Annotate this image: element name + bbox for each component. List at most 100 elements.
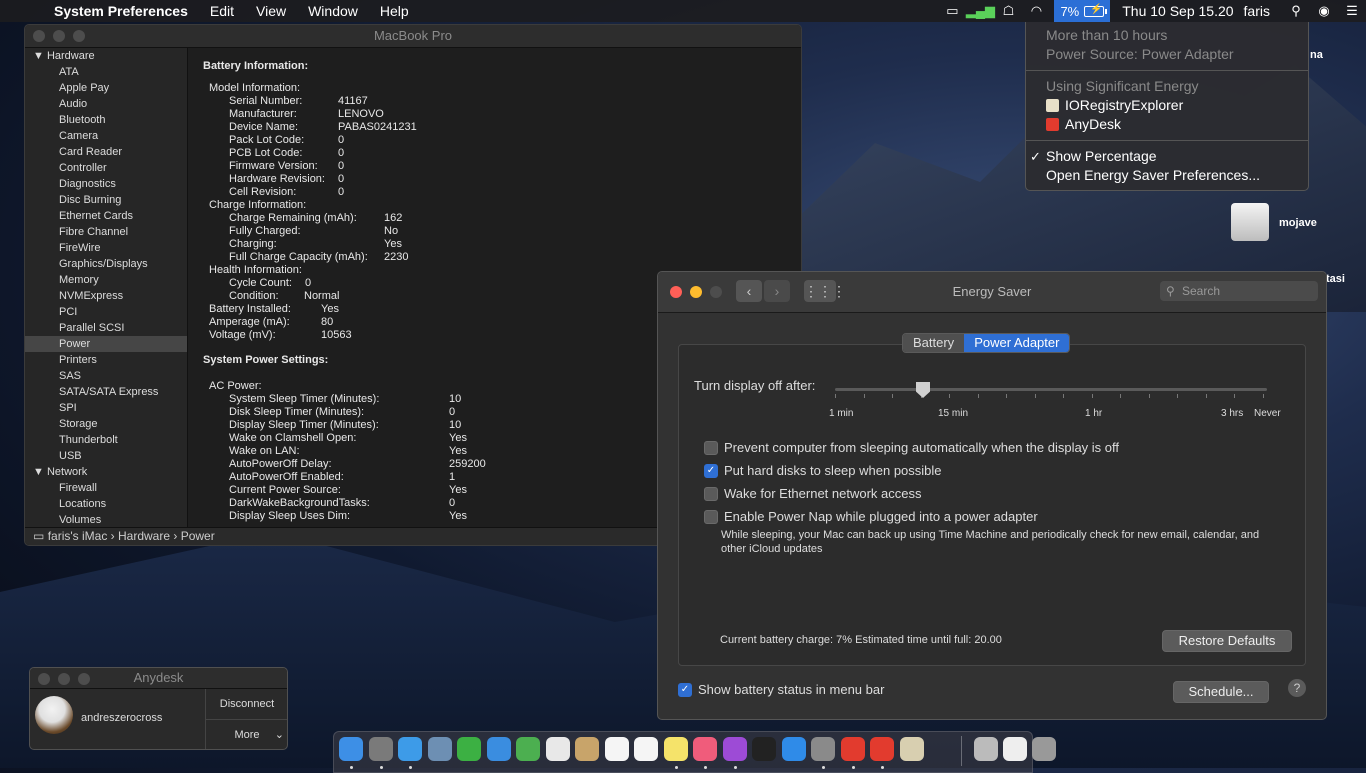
window-titlebar[interactable]: Anydesk bbox=[30, 668, 287, 689]
wifi-icon[interactable]: ◠ bbox=[1025, 0, 1047, 22]
sidebar-item-fibre-channel[interactable]: Fibre Channel bbox=[25, 224, 187, 240]
zoom-button[interactable] bbox=[73, 30, 85, 42]
sidebar-item-sas[interactable]: SAS bbox=[25, 368, 187, 384]
display-icon[interactable]: ▭ bbox=[941, 0, 963, 22]
app-store-icon[interactable] bbox=[781, 737, 806, 761]
sidebar-item-printers[interactable]: Printers bbox=[25, 352, 187, 368]
menu-view[interactable]: View bbox=[256, 3, 286, 19]
show-battery-status-checkbox[interactable]: ✓ bbox=[678, 682, 692, 697]
sidebar-item-sata-sata-express[interactable]: SATA/SATA Express bbox=[25, 384, 187, 400]
activity-monitor-icon[interactable]: ☖ bbox=[997, 0, 1019, 22]
show-battery-status-option[interactable]: ✓ Show battery status in menu bar bbox=[678, 682, 884, 697]
wake-ethernet-option[interactable]: Wake for Ethernet network access bbox=[704, 486, 922, 501]
disconnect-button[interactable]: Disconnect bbox=[206, 689, 287, 720]
prevent-sleep-option[interactable]: Prevent computer from sleeping automatic… bbox=[704, 440, 1119, 455]
prevent-sleep-checkbox[interactable] bbox=[704, 440, 718, 455]
sidebar-item-graphics-displays[interactable]: Graphics/Displays bbox=[25, 256, 187, 272]
wake-ethernet-checkbox[interactable] bbox=[704, 486, 718, 501]
path-item[interactable]: faris's iMac bbox=[48, 529, 108, 543]
app-menu[interactable]: System Preferences bbox=[54, 3, 188, 19]
sidebar-item-thunderbolt[interactable]: Thunderbolt bbox=[25, 432, 187, 448]
photos-icon[interactable] bbox=[545, 737, 570, 761]
sidebar-item-storage[interactable]: Storage bbox=[25, 416, 187, 432]
reminders-icon[interactable] bbox=[634, 737, 658, 761]
contacts-icon[interactable] bbox=[575, 737, 599, 761]
minimize-button[interactable] bbox=[53, 30, 65, 42]
sidebar-item-volumes[interactable]: Volumes bbox=[25, 512, 187, 528]
sidebar-item-locations[interactable]: Locations bbox=[25, 496, 187, 512]
document-icon[interactable] bbox=[1003, 737, 1027, 761]
notification-center-icon[interactable]: ☰ bbox=[1341, 0, 1363, 22]
schedule-button[interactable]: Schedule... bbox=[1173, 681, 1269, 703]
path-item[interactable]: Power bbox=[181, 529, 215, 543]
help-button[interactable]: ? bbox=[1288, 679, 1306, 697]
sidebar-item-memory[interactable]: Memory bbox=[25, 272, 187, 288]
sidebar-item-card-reader[interactable]: Card Reader bbox=[25, 144, 187, 160]
window-toolbar[interactable]: ‹ › ⋮⋮⋮ Energy Saver ⚲ Search bbox=[658, 272, 1326, 313]
path-item[interactable]: Hardware bbox=[118, 529, 170, 543]
power-nap-checkbox[interactable] bbox=[704, 509, 718, 524]
close-button[interactable] bbox=[33, 30, 45, 42]
sidebar-item-disc-burning[interactable]: Disc Burning bbox=[25, 192, 187, 208]
spotlight-search-icon[interactable]: ⚲ bbox=[1285, 0, 1307, 22]
sidebar-group-hardware[interactable]: ▼ Hardware bbox=[25, 48, 187, 64]
sidebar-item-spi[interactable]: SPI bbox=[25, 400, 187, 416]
launchpad-icon[interactable] bbox=[368, 737, 393, 761]
open-energy-saver-item[interactable]: Open Energy Saver Preferences... bbox=[1026, 166, 1308, 185]
restore-defaults-button[interactable]: Restore Defaults bbox=[1162, 630, 1292, 652]
battery-status-item[interactable]: 7% ⚡ bbox=[1054, 0, 1111, 22]
menu-clock[interactable]: Thu 10 Sep 15.20 bbox=[1122, 3, 1233, 19]
menu-help[interactable]: Help bbox=[380, 3, 409, 19]
desktop-item-label[interactable]: tasi bbox=[1326, 273, 1345, 285]
sidebar-item-apple-pay[interactable]: Apple Pay bbox=[25, 80, 187, 96]
tab-battery[interactable]: Battery bbox=[903, 334, 965, 352]
system-preferences-icon[interactable] bbox=[811, 737, 835, 761]
messages-icon[interactable] bbox=[457, 737, 481, 761]
sidebar-item-ata[interactable]: ATA bbox=[25, 64, 187, 80]
desktop-disk-label[interactable]: mojave bbox=[1279, 217, 1317, 229]
tab-power-adapter[interactable]: Power Adapter bbox=[964, 334, 1070, 352]
messages-alt-icon[interactable] bbox=[486, 737, 511, 761]
trash-icon[interactable] bbox=[1032, 737, 1056, 761]
window-titlebar[interactable]: MacBook Pro bbox=[25, 25, 801, 48]
energy-app-ioregistryexplorer[interactable]: IORegistryExplorer bbox=[1026, 96, 1308, 115]
podcasts-icon[interactable] bbox=[722, 737, 747, 761]
preview-icon[interactable] bbox=[427, 737, 452, 761]
sidebar-item-firewire[interactable]: FireWire bbox=[25, 240, 187, 256]
menu-window[interactable]: Window bbox=[308, 3, 358, 19]
minimize-button[interactable] bbox=[58, 673, 70, 685]
sidebar-item-bluetooth[interactable]: Bluetooth bbox=[25, 112, 187, 128]
sidebar-item-parallel-scsi[interactable]: Parallel SCSI bbox=[25, 320, 187, 336]
hard-disk-icon[interactable] bbox=[1231, 203, 1269, 241]
apple-tv-icon[interactable] bbox=[752, 737, 776, 761]
music-icon[interactable] bbox=[693, 737, 717, 761]
sidebar-item-ethernet-cards[interactable]: Ethernet Cards bbox=[25, 208, 187, 224]
show-percentage-item[interactable]: ✓ Show Percentage bbox=[1026, 147, 1308, 166]
energy-app-anydesk[interactable]: AnyDesk bbox=[1026, 115, 1308, 134]
notes-icon[interactable] bbox=[663, 737, 688, 761]
sidebar-item-camera[interactable]: Camera bbox=[25, 128, 187, 144]
user-menu[interactable]: faris bbox=[1244, 3, 1270, 19]
desktop-item-label[interactable]: na bbox=[1310, 49, 1323, 61]
search-field[interactable]: ⚲ Search bbox=[1160, 281, 1318, 301]
sidebar-item-firewall[interactable]: Firewall bbox=[25, 480, 187, 496]
more-button[interactable]: More ⌄ bbox=[206, 720, 287, 749]
anydesk-alt-icon[interactable] bbox=[870, 737, 894, 761]
finder-icon[interactable] bbox=[339, 737, 363, 761]
safari-icon[interactable] bbox=[398, 737, 422, 761]
sidebar-group-network[interactable]: ▼ Network bbox=[25, 464, 187, 480]
display-sleep-slider[interactable] bbox=[835, 388, 1267, 391]
sidebar-item-nvmexpress[interactable]: NVMExpress bbox=[25, 288, 187, 304]
sidebar-item-controller[interactable]: Controller bbox=[25, 160, 187, 176]
siri-icon[interactable]: ◉ bbox=[1313, 0, 1335, 22]
anydesk-icon[interactable] bbox=[840, 737, 865, 761]
sidebar-item-audio[interactable]: Audio bbox=[25, 96, 187, 112]
utility-icon[interactable] bbox=[974, 737, 998, 761]
sidebar-item-power[interactable]: Power bbox=[25, 336, 187, 352]
zoom-button[interactable] bbox=[78, 673, 90, 685]
close-button[interactable] bbox=[38, 673, 50, 685]
menu-edit[interactable]: Edit bbox=[210, 3, 234, 19]
sidebar-item-diagnostics[interactable]: Diagnostics bbox=[25, 176, 187, 192]
disk-sleep-checkbox[interactable]: ✓ bbox=[704, 463, 718, 478]
power-nap-option[interactable]: Enable Power Nap while plugged into a po… bbox=[704, 509, 1038, 524]
